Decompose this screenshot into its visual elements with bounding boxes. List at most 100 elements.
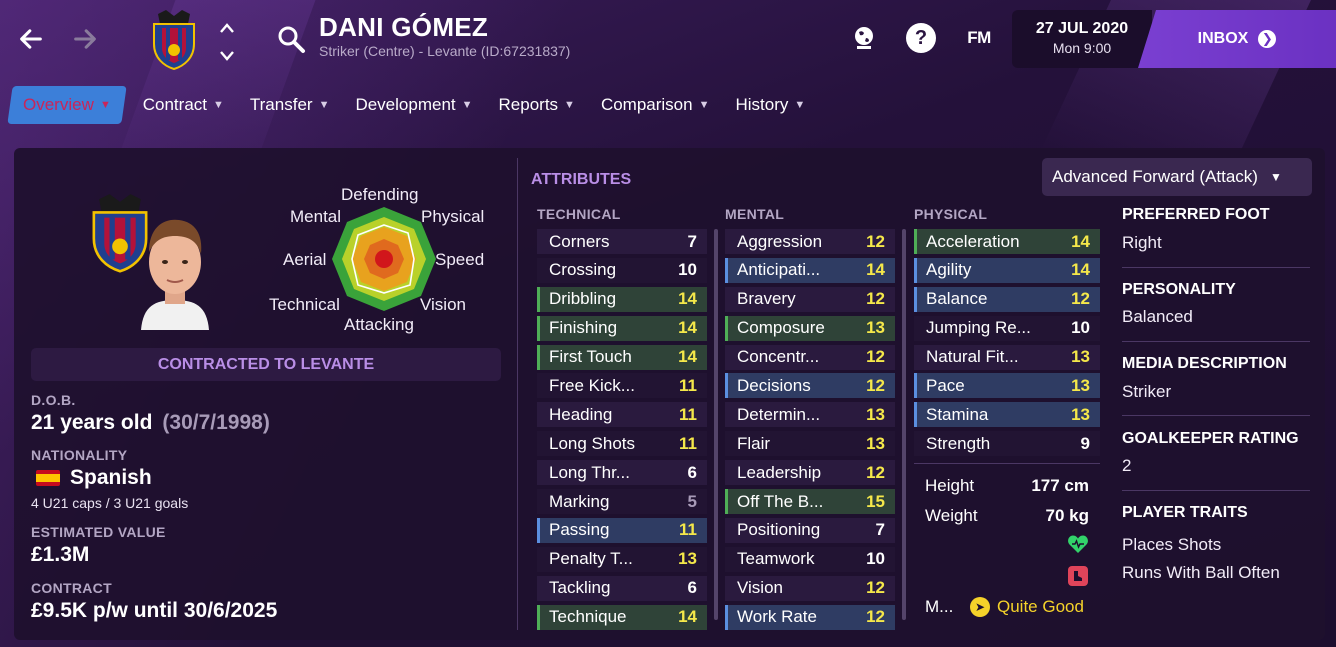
attribute-row[interactable]: Balance 12 [914, 286, 1100, 312]
forward-arrow-icon[interactable] [68, 22, 102, 56]
role-select-dropdown[interactable]: Advanced Forward (Attack) ▼ [1042, 158, 1312, 196]
mental-scrollbar[interactable] [902, 229, 906, 620]
attribute-row[interactable]: Decisions 12 [725, 373, 895, 399]
attribute-row[interactable]: Corners 7 [537, 229, 707, 254]
chevron-down-icon: ▼ [564, 99, 575, 111]
globe-icon[interactable] [848, 22, 880, 54]
chevron-down-icon: ▼ [1269, 170, 1282, 184]
attribute-value: 13 [1071, 375, 1090, 395]
attribute-value: 13 [866, 404, 885, 424]
attribute-row[interactable]: Jumping Re... 10 [914, 315, 1100, 341]
attribute-row[interactable]: Natural Fit... 13 [914, 344, 1100, 370]
attribute-name: Heading [549, 404, 613, 424]
technical-scrollbar[interactable] [714, 229, 718, 620]
attribute-row[interactable]: Bravery 12 [725, 286, 895, 312]
attribute-row[interactable]: Aggression 12 [725, 229, 895, 254]
birth-date: (30/7/1998) [162, 411, 270, 434]
attribute-row[interactable]: Long Thr... 6 [537, 460, 707, 486]
club-crest-icon[interactable] [148, 8, 200, 70]
tab-label: History [735, 95, 789, 114]
attribute-value: 12 [866, 289, 885, 309]
attribute-row[interactable]: Penalty T... 13 [537, 546, 707, 572]
attribute-row[interactable]: Finishing 14 [537, 315, 707, 341]
attribute-row[interactable]: Off The B... 15 [725, 489, 895, 515]
height-label: Height [925, 476, 975, 495]
attribute-row[interactable]: Concentr... 12 [725, 344, 895, 370]
tab-development[interactable]: Development ▼ [342, 86, 485, 124]
mental-header: MENTAL [725, 206, 785, 222]
attribute-value: 7 [875, 520, 885, 540]
info-divider [1122, 490, 1310, 491]
attribute-row[interactable]: Composure 13 [725, 315, 895, 341]
inbox-button[interactable]: INBOX ❯ [1138, 10, 1336, 68]
attribute-row[interactable]: Long Shots 11 [537, 431, 707, 457]
attribute-name: Penalty T... [549, 549, 633, 569]
attribute-value: 12 [866, 607, 885, 627]
media-description-label: MEDIA DESCRIPTION [1122, 355, 1287, 372]
tab-transfer[interactable]: Transfer ▼ [237, 86, 343, 124]
attribute-row[interactable]: Marking 5 [537, 489, 707, 515]
attribute-row[interactable]: Stamina 13 [914, 402, 1100, 428]
nationality-value[interactable]: Spanish [36, 466, 152, 490]
international-caps: 4 U21 caps / 3 U21 goals [31, 495, 189, 511]
date-display[interactable]: 27 JUL 2020 Mon 9:00 [1012, 10, 1152, 68]
attribute-row[interactable]: Leadership 12 [725, 460, 895, 486]
attribute-name: Positioning [737, 520, 821, 540]
injury-boot-icon[interactable] [1068, 566, 1088, 586]
arrow-circle-icon: ❯ [1258, 30, 1277, 48]
attribute-value: 5 [687, 491, 697, 511]
attribute-row[interactable]: Flair 13 [725, 431, 895, 457]
attribute-row[interactable]: Strength 9 [914, 431, 1100, 457]
attribute-row[interactable]: Pace 13 [914, 373, 1100, 399]
attribute-name: Bravery [737, 289, 796, 309]
heart-icon[interactable] [1067, 533, 1089, 555]
player-photo [141, 219, 209, 330]
attribute-value: 14 [1071, 260, 1090, 280]
attribute-name: Agility [926, 260, 972, 280]
attribute-name: Stamina [926, 404, 989, 424]
attribute-row[interactable]: Free Kick... 11 [537, 373, 707, 399]
inbox-label: INBOX [1197, 30, 1249, 47]
attributes-title: ATTRIBUTES [531, 171, 632, 188]
attribute-row[interactable]: Teamwork 10 [725, 546, 895, 572]
tab-overview[interactable]: Overview ▼ [7, 86, 127, 124]
morale-value[interactable]: Quite Good [997, 597, 1084, 617]
attribute-name: Free Kick... [549, 375, 635, 395]
attribute-value: 12 [866, 375, 885, 395]
fm-logo[interactable]: FM [963, 22, 995, 54]
attribute-value: 14 [1071, 231, 1090, 251]
attribute-row[interactable]: Technique 14 [537, 604, 707, 630]
attribute-row[interactable]: Passing 11 [537, 517, 707, 543]
tab-label: Comparison [600, 95, 693, 114]
weight-value: 70 kg [1045, 506, 1089, 525]
back-arrow-icon[interactable] [14, 22, 48, 56]
attribute-row[interactable]: Positioning 7 [725, 517, 895, 543]
attribute-name: Aggression [737, 231, 823, 251]
search-icon[interactable] [276, 24, 306, 54]
attribute-row[interactable]: Tackling 6 [537, 575, 707, 601]
tab-history[interactable]: History ▼ [722, 86, 818, 124]
help-icon[interactable]: ? [905, 22, 937, 54]
attribute-row[interactable]: Anticipati... 14 [725, 257, 895, 283]
tab-reports[interactable]: Reports ▼ [486, 86, 588, 124]
attribute-row[interactable]: Work Rate 12 [725, 604, 895, 630]
attribute-name: Crossing [549, 260, 617, 280]
attribute-row[interactable]: Agility 14 [914, 257, 1100, 283]
up-down-icon[interactable] [216, 22, 238, 62]
attribute-value: 10 [866, 549, 885, 569]
technical-header: TECHNICAL [537, 206, 621, 222]
attribute-row[interactable]: Heading 11 [537, 402, 707, 428]
attribute-row[interactable]: Crossing 10 [537, 257, 707, 283]
attribute-name: Balance [926, 289, 988, 309]
attribute-row[interactable]: Dribbling 14 [537, 286, 707, 312]
player-trait[interactable]: Places Shots [1122, 535, 1221, 555]
player-trait[interactable]: Runs With Ball Often [1122, 563, 1280, 583]
tab-contract[interactable]: Contract ▼ [130, 86, 237, 124]
info-divider [1122, 415, 1310, 416]
attribute-row[interactable]: Vision 12 [725, 575, 895, 601]
attribute-row[interactable]: Determin... 13 [725, 402, 895, 428]
tab-comparison[interactable]: Comparison ▼ [588, 86, 723, 124]
attribute-row[interactable]: Acceleration 14 [914, 229, 1100, 254]
attribute-row[interactable]: First Touch 14 [537, 344, 707, 370]
attribute-name: Technique [549, 607, 627, 627]
